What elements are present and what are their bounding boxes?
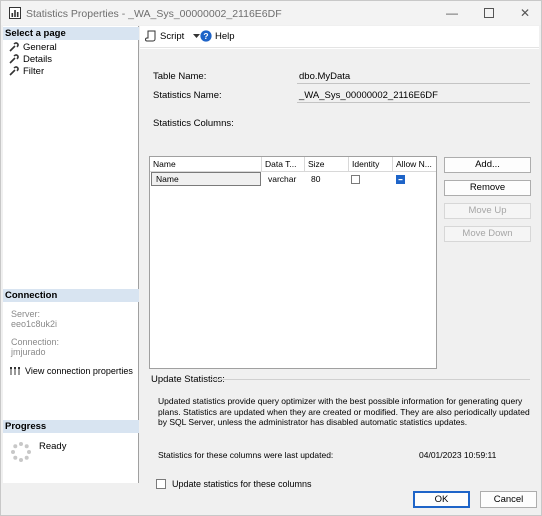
connection-value: jmjurado — [11, 347, 46, 357]
row-identity-checkbox[interactable] — [351, 175, 360, 184]
column-header-size[interactable]: Size — [305, 157, 349, 172]
move-down-button[interactable]: Move Down — [444, 226, 531, 242]
cancel-button[interactable]: Cancel — [480, 491, 537, 508]
update-statistics-checkbox-label: Update statistics for these columns — [172, 479, 312, 489]
row-data-type-cell: varchar — [268, 174, 297, 184]
svg-text:?: ? — [203, 31, 208, 41]
add-button[interactable]: Add... — [444, 157, 531, 173]
indeterminate-mark-icon — [398, 179, 403, 181]
script-button[interactable]: Script — [145, 30, 201, 42]
row-allow-nulls-checkbox[interactable] — [396, 175, 405, 184]
help-icon: ? — [200, 30, 212, 42]
connection-header: Connection — [3, 289, 139, 302]
progress-spinner-icon — [11, 442, 31, 462]
table-row[interactable]: Name varchar 80 — [150, 172, 436, 187]
column-header-allow-nulls[interactable]: Allow N... — [393, 157, 436, 172]
remove-button[interactable]: Remove — [444, 180, 531, 196]
wrench-icon — [9, 66, 19, 76]
row-size-cell: 80 — [311, 174, 321, 184]
connection-label: Connection: — [11, 337, 60, 347]
progress-header: Progress — [3, 420, 139, 433]
minimize-button[interactable]: — — [434, 1, 470, 25]
statistics-columns-grid[interactable]: Name Data T... Size Identity Allow N... … — [149, 156, 437, 369]
page-item-label: Filter — [23, 65, 45, 77]
left-pane: Select a page General Details Filter Con… — [3, 26, 139, 483]
move-up-button[interactable]: Move Up — [444, 203, 531, 219]
page-item-label: General — [23, 41, 57, 53]
page-item-filter[interactable]: Filter — [9, 65, 44, 77]
page-item-label: Details — [23, 53, 53, 65]
close-icon: ✕ — [519, 6, 531, 20]
statistics-name-label: Statistics Name: — [153, 90, 222, 101]
wrench-icon — [9, 54, 19, 64]
ok-button[interactable]: OK — [413, 491, 470, 508]
maximize-icon — [484, 8, 494, 18]
last-updated-label: Statistics for these columns were last u… — [158, 450, 334, 460]
wrench-icon — [9, 42, 19, 52]
statistics-columns-label: Statistics Columns: — [153, 118, 234, 129]
page-item-general[interactable]: General — [9, 41, 57, 53]
view-connection-properties-link[interactable]: View connection properties — [9, 365, 133, 377]
progress-status: Ready — [39, 441, 67, 452]
column-header-name[interactable]: Name — [150, 157, 262, 172]
page-item-details[interactable]: Details — [9, 53, 52, 65]
table-name-label: Table Name: — [153, 71, 207, 82]
view-connection-properties-label: View connection properties — [25, 366, 133, 376]
minimize-icon: — — [446, 6, 458, 20]
select-page-header: Select a page — [3, 27, 139, 40]
toolbar: Script ? Help — [140, 26, 539, 48]
help-label: Help — [215, 30, 235, 42]
update-statistics-checkbox[interactable] — [156, 479, 166, 489]
help-button[interactable]: ? Help — [200, 30, 235, 42]
last-updated-value: 04/01/2023 10:59:11 — [419, 450, 497, 460]
server-label: Server: — [11, 309, 41, 319]
title-bar: Statistics Properties - _WA_Sys_00000002… — [1, 1, 541, 25]
maximize-button[interactable] — [471, 1, 507, 25]
dialog-client-area: Select a page General Details Filter Con… — [1, 25, 541, 515]
connection-properties-icon — [10, 367, 20, 375]
update-statistics-description: Updated statistics provide query optimiz… — [158, 396, 530, 427]
update-statistics-checkbox-row[interactable]: Update statistics for these columns — [156, 479, 312, 489]
column-header-data-type[interactable]: Data T... — [262, 157, 305, 172]
statistics-properties-window: Statistics Properties - _WA_Sys_00000002… — [0, 0, 542, 516]
right-pane: Script ? Help Table Name: dbo.MyData Sta… — [140, 26, 539, 489]
script-label: Script — [160, 30, 185, 42]
row-name-cell[interactable]: Name — [151, 172, 261, 186]
script-icon — [145, 30, 156, 42]
column-header-identity[interactable]: Identity — [349, 157, 393, 172]
close-button[interactable]: ✕ — [507, 1, 542, 25]
window-title: Statistics Properties - _WA_Sys_00000002… — [26, 8, 282, 20]
group-divider — [210, 379, 530, 380]
table-name-field[interactable]: dbo.MyData — [297, 70, 530, 84]
statistics-name-field[interactable]: _WA_Sys_00000002_2116E6DF — [297, 89, 530, 103]
statistics-icon — [9, 7, 21, 19]
general-page-form: Table Name: dbo.MyData Statistics Name: … — [140, 49, 539, 489]
server-value: eeo1c8uk2i — [11, 319, 58, 329]
